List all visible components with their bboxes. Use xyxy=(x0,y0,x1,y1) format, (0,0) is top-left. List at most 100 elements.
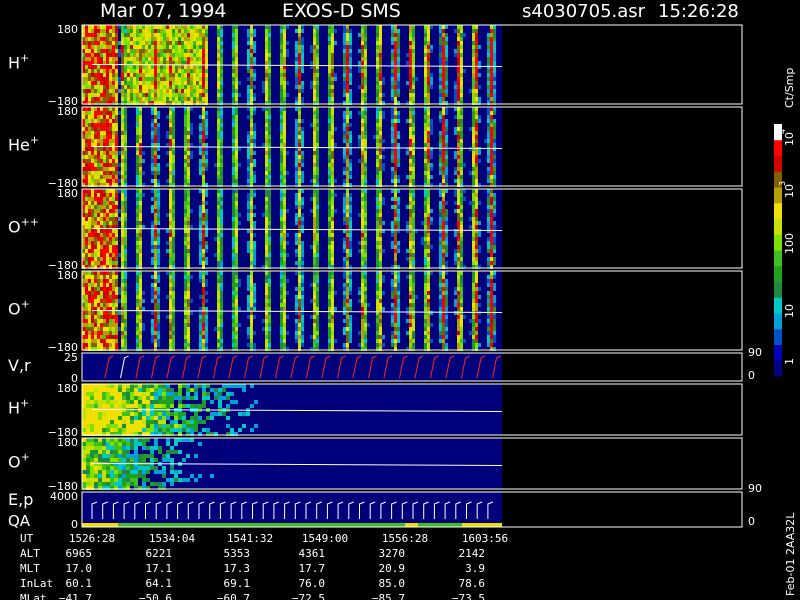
spectrogram-cell xyxy=(115,299,118,303)
spectrogram-cell xyxy=(94,111,97,115)
spectrogram-cell xyxy=(220,127,223,131)
spectrogram-cell xyxy=(172,163,175,167)
spectrogram-cell xyxy=(142,89,145,93)
exos-d-sms-plot: Mar 07, 1994 EXOS-D SMS s4030705.asr 15:… xyxy=(8,0,797,600)
spectrogram-cell xyxy=(118,81,121,85)
spectrogram-cell xyxy=(151,287,154,291)
spectrogram-cell xyxy=(109,323,112,327)
spectrogram-cell xyxy=(85,147,88,151)
spectrogram-cell xyxy=(268,233,271,237)
spectrogram-cell xyxy=(283,189,286,193)
spectrogram-cell xyxy=(112,111,115,115)
spectrogram-cell xyxy=(442,111,445,115)
spectrogram-cell xyxy=(472,213,475,217)
spectrogram-cell xyxy=(343,41,346,45)
spectrogram-cell xyxy=(88,249,91,253)
spectrogram-cell xyxy=(442,131,445,135)
spectrogram-cell xyxy=(85,193,88,197)
spectrogram-cell xyxy=(145,41,148,45)
spectrogram-cell xyxy=(97,147,100,151)
spectrogram-cell xyxy=(253,123,256,127)
spectrogram-cell xyxy=(268,257,271,261)
spectrogram-cell xyxy=(133,41,136,45)
spectrogram-cell xyxy=(175,37,178,41)
spectrogram-cell xyxy=(382,155,385,159)
spectrogram-cell xyxy=(442,167,445,171)
spectrogram-cell xyxy=(169,119,172,123)
spectrogram-cell xyxy=(121,37,124,41)
spectrogram-cell xyxy=(97,175,100,179)
spectrogram-cell xyxy=(94,311,97,315)
spectrogram-cell xyxy=(109,53,112,57)
spectrogram-cell xyxy=(364,131,367,135)
spectrogram-cell xyxy=(190,311,193,315)
spectrogram-cell xyxy=(91,229,94,233)
spectrogram-cell xyxy=(196,93,199,97)
spectrogram-cell xyxy=(382,167,385,171)
spectrogram-cell xyxy=(106,287,109,291)
spectrogram-cell xyxy=(472,107,475,111)
spectrogram-cell xyxy=(460,73,463,77)
spectrogram-cell xyxy=(91,123,94,127)
spectrogram-cell xyxy=(124,107,127,111)
spectrogram-cell xyxy=(217,197,220,201)
spectrogram-cell xyxy=(205,111,208,115)
spectrogram-cell xyxy=(424,73,427,77)
spectrogram-cell xyxy=(109,257,112,261)
spectrogram-cell xyxy=(163,73,166,77)
spectrogram-cell xyxy=(109,45,112,49)
spectrogram-cell xyxy=(214,237,217,241)
spectrogram-cell xyxy=(247,213,250,217)
spectrogram-cell xyxy=(103,327,106,331)
spectrogram-cell xyxy=(298,139,301,143)
spectrogram-cell xyxy=(199,307,202,311)
spectrogram-cell xyxy=(217,127,220,131)
spectrogram-cell xyxy=(298,45,301,49)
spectrogram-cell xyxy=(175,57,178,61)
spectrogram-cell xyxy=(295,45,298,49)
spectrogram-cell xyxy=(205,299,208,303)
spectrogram-cell xyxy=(460,197,463,201)
spectrogram-cell xyxy=(328,73,331,77)
spectrogram-cell xyxy=(397,163,400,167)
spectrogram-cell xyxy=(169,339,172,343)
spectrogram-cell xyxy=(178,57,181,61)
spectrogram-cell xyxy=(112,97,115,101)
spectrogram-cell xyxy=(232,155,235,159)
spectrogram-cell xyxy=(454,29,457,33)
spectrogram-cell xyxy=(196,97,199,101)
spectrogram-cell xyxy=(163,65,166,69)
spectrogram-cell xyxy=(214,253,217,257)
spectrogram-cell xyxy=(313,205,316,209)
spectrogram-cell xyxy=(376,241,379,245)
spectrogram-cell xyxy=(268,175,271,179)
spectrogram-cell xyxy=(298,97,301,101)
spectrogram-cell xyxy=(412,245,415,249)
spectrogram-cell xyxy=(184,193,187,197)
spectrogram-cell xyxy=(136,163,139,167)
spectrogram-cell xyxy=(178,93,181,97)
spectrogram-cell xyxy=(487,225,490,229)
spectrogram-cell xyxy=(328,77,331,81)
spectrogram-cell xyxy=(265,261,268,265)
spectrogram-cell xyxy=(127,73,130,77)
spectrogram-cell xyxy=(490,175,493,179)
spectrogram-cell xyxy=(163,97,166,101)
spectrogram-cell xyxy=(100,65,103,69)
spectrogram-cell xyxy=(460,61,463,65)
spectrogram-cell xyxy=(316,33,319,37)
spectrogram-cell xyxy=(460,119,463,123)
spectrogram-cell xyxy=(124,323,127,327)
spectrogram-cell xyxy=(412,139,415,143)
spectrogram-cell xyxy=(151,261,154,265)
spectrogram-cell xyxy=(442,119,445,123)
spectrogram-cell xyxy=(136,57,139,61)
spectrogram-cell xyxy=(217,111,220,115)
spectrogram-cell xyxy=(166,115,169,119)
spectrogram-cell xyxy=(397,159,400,163)
spectrogram-cell xyxy=(487,155,490,159)
spectrogram-cell xyxy=(298,241,301,245)
spectrogram-cell xyxy=(124,331,127,335)
spectrogram-cell xyxy=(460,123,463,127)
spectrogram-cell xyxy=(280,225,283,229)
